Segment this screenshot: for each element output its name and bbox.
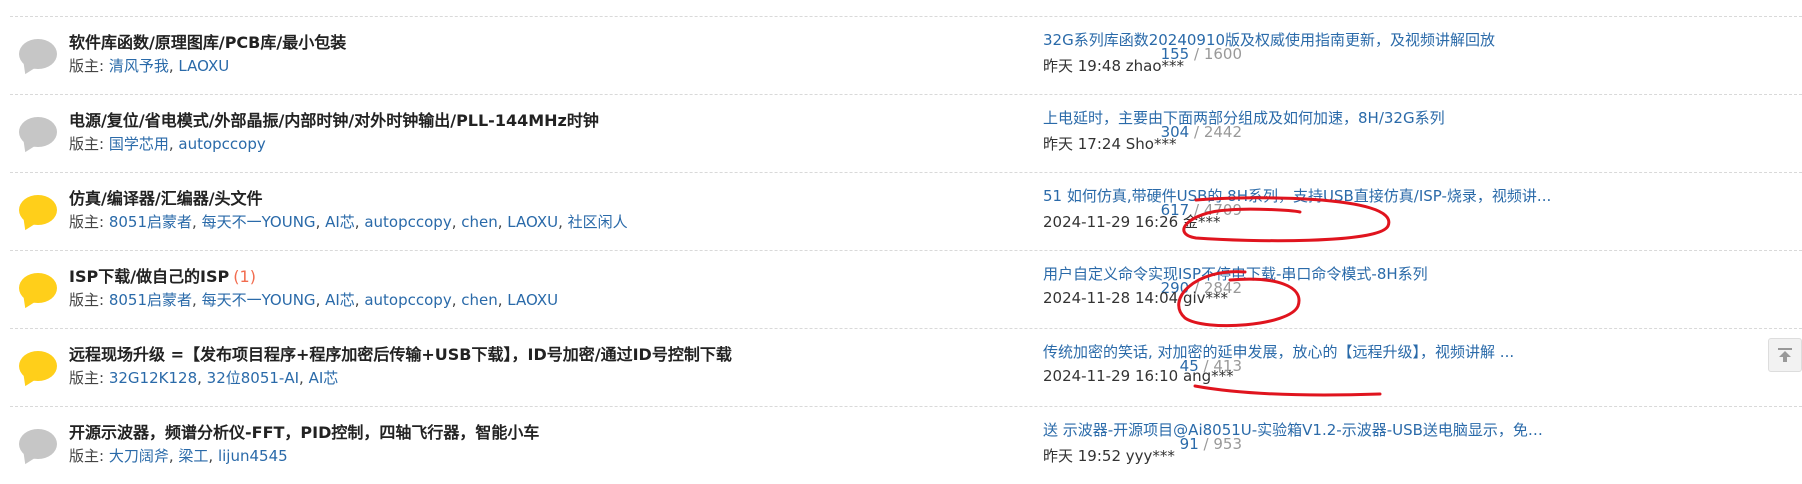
forum-title-link[interactable]: 开源示波器，频谱分析仪-FFT，PID控制，四轴飞行器，智能小车	[69, 419, 539, 443]
forum-title-text: 软件库函数/原理图库/PCB库/最小包装	[69, 33, 347, 52]
moderators-line: 版主: 32G12K128, 32位8051-AI, AI芯	[69, 369, 339, 387]
moderator-link[interactable]: 8051启蒙者	[109, 213, 192, 231]
last-post-title-link[interactable]: 传统加密的笑话, 对加密的延申发展，放心的【远程升级】，视频讲解 ...	[1043, 341, 1514, 362]
moderator-link[interactable]: lijun4545	[218, 447, 288, 465]
moderator-link[interactable]: LAOXU	[178, 57, 229, 75]
moderator-link[interactable]: 32G12K128	[109, 369, 197, 387]
forum-row: 软件库函数/原理图库/PCB库/最小包装 版主: 清风予我, LAOXU 155 /…	[10, 16, 1802, 94]
moderator-link[interactable]: 每天不一YOUNG	[202, 213, 316, 231]
moderator-link[interactable]: 8051启蒙者	[109, 291, 192, 309]
forum-title-link[interactable]: 软件库函数/原理图库/PCB库/最小包装	[69, 29, 346, 53]
last-post-title-link[interactable]: 送 示波器-开源项目@Ai8051U-实验箱V1.2-示波器-USB送电脑显示，…	[1043, 419, 1553, 440]
forum-board: 软件库函数/原理图库/PCB库/最小包装 版主: 清风予我, LAOXU 155 /…	[0, 0, 1802, 471]
forum-title-text: 电源/复位/省电模式/外部晶振/内部时钟/对外时钟输出/PLL-144MHz时钟	[69, 111, 599, 130]
moderator-label: 版主:	[69, 447, 105, 465]
last-post-user[interactable]: zhao***	[1126, 57, 1184, 75]
moderator-link[interactable]: chen	[461, 291, 498, 309]
last-post-user[interactable]: giv***	[1183, 289, 1228, 307]
scroll-to-top-icon	[1778, 348, 1792, 362]
moderator-link[interactable]: 每天不一YOUNG	[202, 291, 316, 309]
moderator-link[interactable]: 清风予我	[109, 57, 169, 75]
forum-row: ISP下载/做自己的ISP (1) 版主: 8051启蒙者, 每天不一YOUNG, …	[10, 250, 1802, 328]
moderator-link[interactable]: chen	[461, 213, 498, 231]
forum-title-text: 开源示波器，频谱分析仪-FFT，PID控制，四轴飞行器，智能小车	[69, 423, 540, 442]
last-post-user[interactable]: 金***	[1183, 213, 1221, 231]
moderator-link[interactable]: LAOXU	[507, 291, 558, 309]
forum-title-text: ISP下载/做自己的ISP	[69, 267, 230, 286]
forum-title-link[interactable]: 电源/复位/省电模式/外部晶振/内部时钟/对外时钟输出/PLL-144MHz时钟	[69, 107, 599, 131]
forum-row: 仿真/编译器/汇编器/头文件版主: 8051启蒙者, 每天不一YOUNG, AI…	[10, 172, 1802, 250]
no-new-posts-bubble-icon	[19, 429, 57, 459]
forum-row: 电源/复位/省电模式/外部晶振/内部时钟/对外时钟输出/PLL-144MHz时钟…	[10, 94, 1802, 172]
new-count-badge: (1)	[233, 267, 256, 286]
last-post-meta: 2024-11-29 16:26 金***	[1043, 211, 1220, 232]
no-new-posts-bubble-icon	[19, 117, 57, 147]
last-post-time[interactable]: 昨天 19:52	[1043, 447, 1121, 465]
moderators-line: 版主: 大刀阔斧, 梁工, lijun4545	[69, 447, 288, 465]
new-posts-bubble-icon	[19, 351, 57, 381]
forum-title-link[interactable]: 仿真/编译器/汇编器/头文件	[69, 185, 263, 209]
forum-title-link[interactable]: ISP下载/做自己的ISP (1)	[69, 263, 256, 287]
moderator-label: 版主:	[69, 57, 105, 75]
moderator-link[interactable]: LAOXU	[507, 213, 558, 231]
no-new-posts-bubble-icon	[19, 39, 57, 69]
last-post-title-link[interactable]: 用户自定义命令实现ISP不停电下载-串口命令模式-8H系列	[1043, 263, 1428, 284]
last-post-user[interactable]: yyy***	[1126, 447, 1175, 465]
forum-title-link[interactable]: 远程现场升级 =【发布项目程序+程序加密后传输+USB下载】，ID号加密/通过I…	[69, 341, 732, 365]
last-post-meta: 昨天 17:24 Sho***	[1043, 133, 1177, 154]
last-post-meta: 2024-11-28 14:04 giv***	[1043, 289, 1228, 307]
moderator-link[interactable]: autopccopy	[364, 291, 451, 309]
moderators-line: 版主: 8051启蒙者, 每天不一YOUNG, AI芯, autopccopy,…	[69, 213, 628, 231]
moderator-link[interactable]: autopccopy	[364, 213, 451, 231]
moderator-link[interactable]: 大刀阔斧	[109, 447, 169, 465]
forum-list: 软件库函数/原理图库/PCB库/最小包装 版主: 清风予我, LAOXU 155 /…	[10, 16, 1802, 484]
last-post-meta: 2024-11-29 16:10 ang***	[1043, 367, 1234, 385]
last-post-title-link[interactable]: 51 如何仿真,带硬件USB的 8H系列，支持USB直接仿真/ISP-烧录，视频…	[1043, 185, 1551, 206]
moderator-label: 版主:	[69, 213, 105, 231]
forum-row: 远程现场升级 =【发布项目程序+程序加密后传输+USB下载】，ID号加密/通过I…	[10, 328, 1802, 406]
last-post-title-link[interactable]: 上电延时，主要由下面两部分组成及如何加速，8H/32G系列	[1043, 107, 1445, 128]
moderators-line: 版主: 8051启蒙者, 每天不一YOUNG, AI芯, autopccopy,…	[69, 291, 559, 309]
scroll-to-top-button[interactable]	[1768, 338, 1802, 372]
moderators-line: 版主: 国学芯用, autopccopy	[69, 135, 266, 153]
moderator-link[interactable]: 32位8051-AI	[207, 369, 299, 387]
moderator-link[interactable]: autopccopy	[178, 135, 265, 153]
last-post-time[interactable]: 2024-11-28 14:04	[1043, 289, 1178, 307]
last-post-time[interactable]: 昨天 17:24	[1043, 135, 1121, 153]
new-posts-bubble-icon	[19, 273, 57, 303]
last-post-title-link[interactable]: 32G系列库函数20240910版及权威使用指南更新，及视频讲解回放	[1043, 29, 1495, 50]
moderator-label: 版主:	[69, 291, 105, 309]
moderator-link[interactable]: 社区闲人	[568, 213, 628, 231]
forum-title-text: 仿真/编译器/汇编器/头文件	[69, 189, 263, 208]
last-post-time[interactable]: 2024-11-29 16:26	[1043, 213, 1178, 231]
forum-row: 开源示波器，频谱分析仪-FFT，PID控制，四轴飞行器，智能小车 版主: 大刀阔斧…	[10, 406, 1802, 484]
last-post-time[interactable]: 2024-11-29 16:10	[1043, 367, 1178, 385]
moderator-link[interactable]: 国学芯用	[109, 135, 169, 153]
moderator-label: 版主:	[69, 135, 105, 153]
last-post-user[interactable]: Sho***	[1126, 135, 1177, 153]
new-posts-bubble-icon	[19, 195, 57, 225]
moderators-line: 版主: 清风予我, LAOXU	[69, 57, 230, 75]
last-post-time[interactable]: 昨天 19:48	[1043, 57, 1121, 75]
last-post-meta: 昨天 19:52 yyy***	[1043, 445, 1175, 466]
forum-title-text: 远程现场升级 =【发布项目程序+程序加密后传输+USB下载】，ID号加密/通过I…	[69, 345, 732, 364]
last-post-meta: 昨天 19:48 zhao***	[1043, 55, 1184, 76]
moderator-link[interactable]: AI芯	[325, 291, 355, 309]
moderator-link[interactable]: 梁工	[178, 447, 208, 465]
last-post-user[interactable]: ang***	[1183, 367, 1234, 385]
moderator-link[interactable]: AI芯	[309, 369, 339, 387]
moderator-label: 版主:	[69, 369, 105, 387]
moderator-link[interactable]: AI芯	[325, 213, 355, 231]
